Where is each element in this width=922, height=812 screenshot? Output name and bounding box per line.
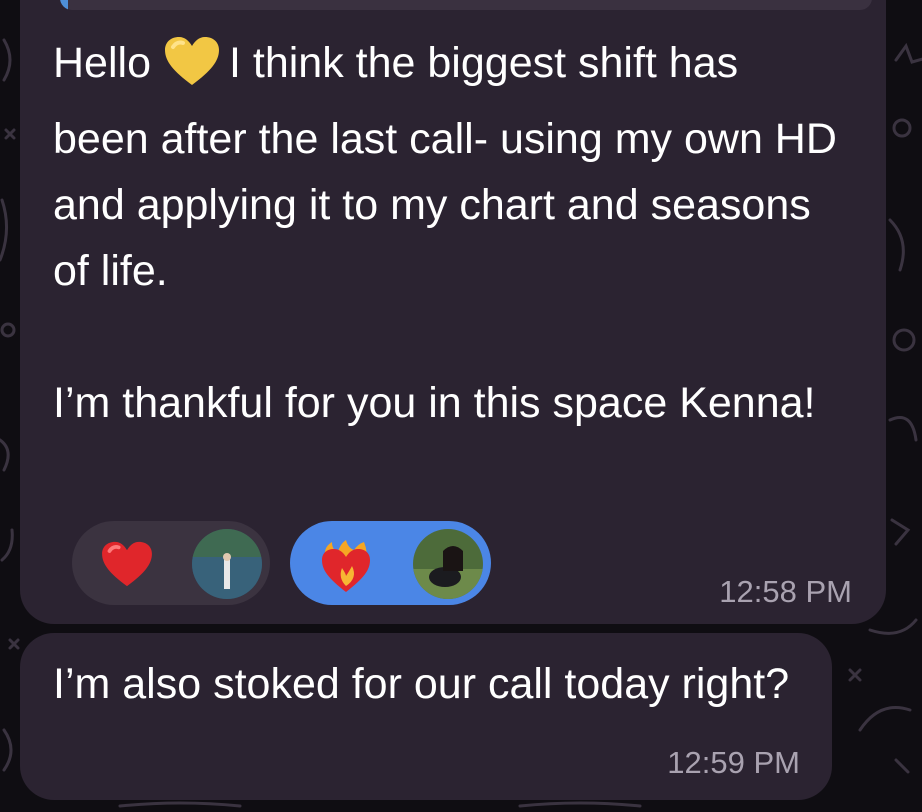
message-text: Hello I think the biggest shift has been … [53,30,843,436]
reactor-avatar[interactable] [413,529,483,599]
message-text: I’m also stoked for our call today right… [53,660,790,708]
yellow-heart-emoji-icon [163,35,221,106]
message-bubble-incoming[interactable]: Hello I think the biggest shift has been … [20,0,886,624]
quoted-reply-accent [60,0,68,10]
reaction-heart-on-fire[interactable] [290,521,491,605]
message-timestamp: 12:59 PM [667,745,800,780]
heart-on-fire-icon [318,540,374,599]
red-heart-icon [100,540,154,593]
message-bubble-incoming[interactable]: I’m also stoked for our call today right… [20,633,832,800]
reactor-avatar[interactable] [192,529,262,599]
reaction-red-heart[interactable] [72,521,270,605]
message-text-greeting: Hello [53,39,151,87]
quoted-reply-bar[interactable] [60,0,872,10]
message-timestamp: 12:58 PM [719,574,852,609]
